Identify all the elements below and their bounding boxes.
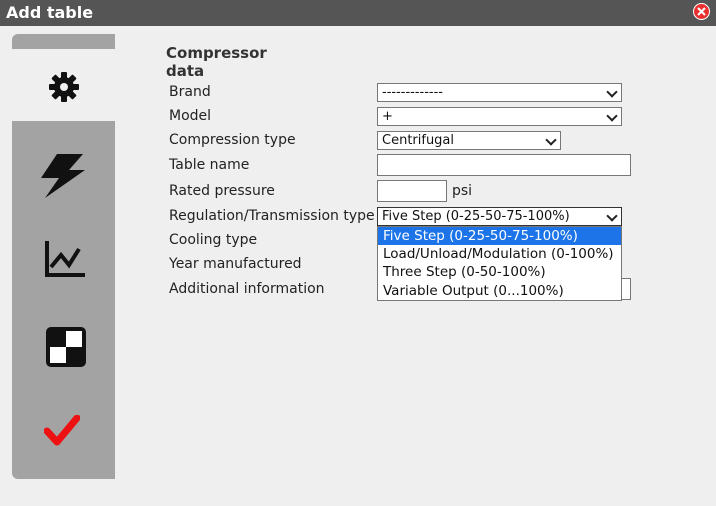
cooling-type-label: Cooling type [169,232,258,248]
check-icon [44,415,80,446]
regulation-dropdown-list: Five Step (0-25-50-75-100%) Load/Unload/… [377,226,622,301]
sidebar [12,34,115,479]
gear-icon [49,72,79,102]
tab-compressor-data[interactable] [12,49,115,121]
lightning-icon [41,154,85,198]
rated-pressure-label: Rated pressure [169,183,275,199]
tab-layout[interactable] [12,314,115,386]
close-button[interactable] [693,3,710,20]
pressure-unit: psi [452,183,473,199]
year-manufactured-label: Year manufactured [169,256,302,272]
tab-electrical[interactable] [12,144,115,216]
rated-pressure-input[interactable] [377,180,447,202]
model-label: Model [169,108,212,124]
brand-select[interactable]: ------------- [377,83,622,102]
regulation-label: Regulation/Transmission type [169,208,375,224]
compression-type-label: Compression type [169,132,296,148]
dropdown-option[interactable]: Five Step (0-25-50-75-100%) [378,227,621,245]
dropdown-option[interactable]: Three Step (0-50-100%) [378,263,621,281]
dropdown-option[interactable]: Variable Output (0...100%) [378,282,621,300]
table-name-label: Table name [169,157,250,173]
dropdown-option[interactable]: Load/Unload/Modulation (0-100%) [378,245,621,263]
section-heading: Compressor data [166,44,267,80]
table-name-input[interactable] [377,154,631,176]
chart-icon [45,241,85,277]
tab-chart[interactable] [12,229,115,301]
model-select[interactable]: + [377,107,622,126]
compression-type-select[interactable]: Centrifugal [377,131,561,150]
window-titlebar: Add table [0,0,716,26]
regulation-select[interactable]: Five Step (0-25-50-75-100%) [377,207,622,226]
close-icon [697,7,706,16]
tab-confirm[interactable] [12,399,115,471]
additional-information-label: Additional information [169,281,325,297]
window-title: Add table [6,3,94,22]
checker-icon [46,327,86,367]
brand-label: Brand [169,84,211,100]
